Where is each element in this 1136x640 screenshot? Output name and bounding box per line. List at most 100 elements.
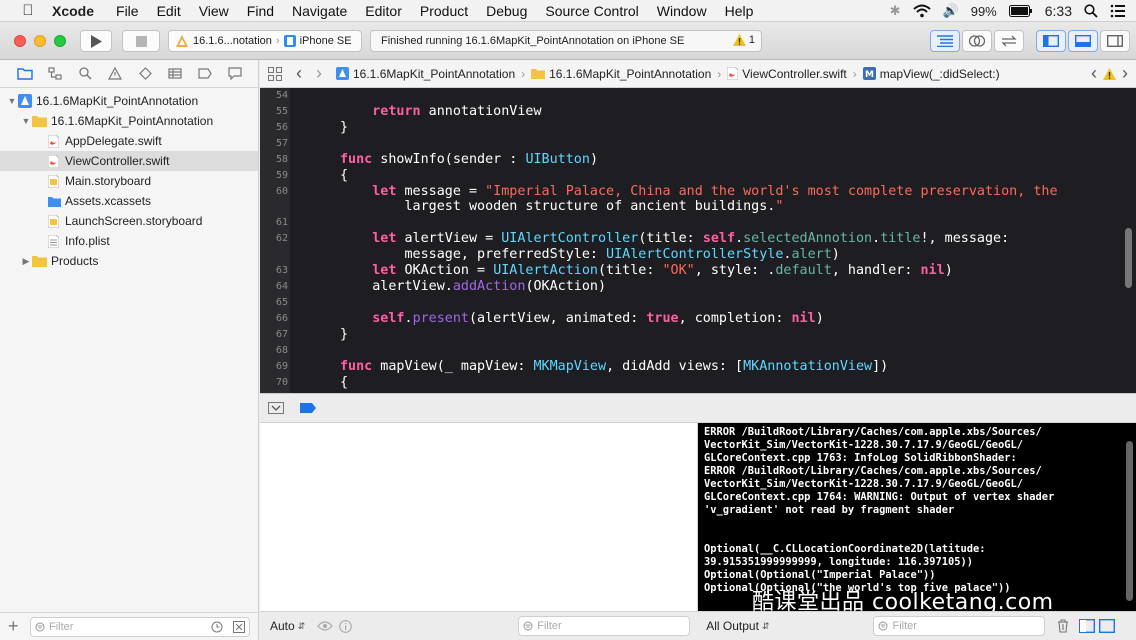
tree-item-launchscreen[interactable]: LaunchScreen.storyboard	[0, 211, 258, 231]
variables-scope-popup[interactable]: Auto ⇵	[270, 619, 305, 633]
menu-debug[interactable]: Debug	[486, 3, 527, 19]
disclosure-open-icon[interactable]: ▼	[6, 96, 18, 106]
variables-view[interactable]	[260, 423, 698, 611]
bluetooth-icon[interactable]: ✱	[890, 3, 901, 19]
code-line[interactable]: }	[340, 327, 348, 342]
breadcrumb-project[interactable]: 16.1.6MapKit_PointAnnotation	[336, 67, 515, 81]
report-navigator-tab[interactable]	[220, 64, 250, 84]
breadcrumb-label: mapView(_:didSelect:)	[879, 66, 1000, 81]
close-window-button[interactable]	[14, 35, 26, 47]
variables-scope-label: Auto	[270, 619, 295, 633]
source-control-navigator-tab[interactable]	[40, 64, 70, 84]
standard-editor-button[interactable]	[930, 30, 960, 52]
toggle-debug-area-button[interactable]	[1068, 30, 1098, 52]
menu-help[interactable]: Help	[725, 3, 754, 19]
breadcrumb-file[interactable]: ViewController.swift	[727, 67, 847, 81]
breadcrumb-group[interactable]: 16.1.6MapKit_PointAnnotation	[531, 67, 711, 81]
menu-view[interactable]: View	[199, 3, 229, 19]
navigate-forward-icon[interactable]: ›	[316, 63, 322, 84]
code-line[interactable]: func showInfo(sender : UIButton)	[340, 152, 598, 167]
code-line[interactable]: largest wooden structure of ancient buil…	[340, 199, 783, 214]
issue-navigator-tab[interactable]	[100, 64, 130, 84]
warnings-indicator[interactable]: 1	[732, 34, 755, 46]
recent-files-clock-icon[interactable]	[211, 621, 223, 633]
stop-button[interactable]	[122, 30, 160, 52]
code-line[interactable]: let message = "Imperial Palace, China an…	[340, 184, 1057, 199]
debug-navigator-tab[interactable]	[160, 64, 190, 84]
menu-navigate[interactable]: Navigate	[292, 3, 347, 19]
volume-icon[interactable]: 🔊	[943, 3, 959, 19]
minimize-window-button[interactable]	[34, 35, 46, 47]
trash-icon[interactable]	[1057, 619, 1069, 633]
show-console-icon[interactable]	[1099, 619, 1116, 633]
tree-item-products[interactable]: ▶ Products	[0, 251, 258, 271]
code-line[interactable]: alertView.addAction(OKAction)	[340, 279, 606, 294]
run-button[interactable]	[80, 30, 112, 52]
tree-item-assets[interactable]: Assets.xcassets	[0, 191, 258, 211]
menu-file[interactable]: File	[116, 3, 139, 19]
apple-menu-icon[interactable]: 	[18, 2, 38, 19]
console-output-popup[interactable]: All Output ⇵	[706, 619, 769, 633]
hide-debug-area-icon[interactable]	[268, 402, 284, 414]
breakpoints-toggle-icon[interactable]	[300, 403, 316, 413]
code-line[interactable]: {	[340, 168, 348, 183]
tree-item-viewcontroller[interactable]: ViewController.swift	[0, 151, 258, 171]
info-icon[interactable]	[339, 619, 353, 633]
show-variables-view-icon[interactable]	[1079, 619, 1096, 633]
scm-filter-icon[interactable]	[233, 620, 245, 633]
code-line[interactable]: }	[340, 120, 348, 135]
tree-item-main-storyboard[interactable]: Main.storyboard	[0, 171, 258, 191]
find-navigator-tab[interactable]	[70, 64, 100, 84]
code-line[interactable]: message, preferredStyle: UIAlertControll…	[340, 247, 839, 262]
notification-center-icon[interactable]	[1110, 4, 1126, 18]
code-line[interactable]: func mapView(_ mapView: MKMapView, didAd…	[340, 359, 888, 374]
code-line[interactable]: let OKAction = UIAlertAction(title: "OK"…	[340, 263, 953, 278]
quick-look-eye-icon[interactable]	[317, 620, 334, 632]
menu-find[interactable]: Find	[247, 3, 274, 19]
project-navigator-tab[interactable]	[10, 64, 40, 84]
add-file-icon[interactable]: +	[8, 616, 22, 637]
spotlight-search-icon[interactable]	[1084, 4, 1098, 18]
breakpoint-navigator-tab[interactable]	[190, 64, 220, 84]
zoom-window-button[interactable]	[54, 35, 66, 47]
variables-filter-field[interactable]: Filter	[518, 616, 691, 636]
tree-item-appdelegate[interactable]: AppDelegate.swift	[0, 131, 258, 151]
previous-issue-icon[interactable]: ‹	[1091, 63, 1097, 84]
code-line[interactable]: let alertView = UIAlertController(title:…	[340, 231, 1009, 246]
toggle-navigator-button[interactable]	[1036, 30, 1066, 52]
navigate-back-icon[interactable]: ‹	[296, 63, 302, 84]
related-items-grid-icon[interactable]	[268, 66, 282, 81]
menu-source-control[interactable]: Source Control	[545, 3, 638, 19]
menu-window[interactable]: Window	[657, 3, 707, 19]
toggle-utilities-button[interactable]	[1100, 30, 1130, 52]
app-menu[interactable]: Xcode	[52, 3, 94, 19]
source-editor[interactable]: 54 55 56 57 58 59 60 61 62 63 64 65 66 6…	[260, 88, 1136, 393]
scheme-selector[interactable]: 16.1.6...notation › iPhone SE	[168, 30, 362, 52]
disclosure-open-icon[interactable]: ▼	[20, 116, 32, 126]
filter-icon	[878, 621, 888, 631]
tree-item-group[interactable]: ▼ 16.1.6MapKit_PointAnnotation	[0, 111, 258, 131]
navigator-filter-field[interactable]: Filter	[30, 616, 250, 637]
assistant-editor-button[interactable]	[962, 30, 992, 52]
breadcrumb-method[interactable]: M mapView(_:didSelect:)	[862, 66, 1000, 81]
battery-icon[interactable]	[1008, 5, 1033, 17]
clock[interactable]: 6:33	[1045, 3, 1072, 19]
menu-product[interactable]: Product	[420, 3, 468, 19]
version-editor-button[interactable]	[994, 30, 1024, 52]
code-line[interactable]: self.present(alertView, animated: true, …	[340, 311, 824, 326]
wifi-icon[interactable]	[912, 4, 931, 18]
menu-edit[interactable]: Edit	[157, 3, 181, 19]
editor-scrollbar[interactable]	[1125, 228, 1132, 288]
disclosure-closed-icon[interactable]: ▶	[20, 256, 32, 267]
console-scrollbar[interactable]	[1126, 441, 1133, 601]
issue-warning-icon[interactable]	[1103, 67, 1116, 80]
next-issue-icon[interactable]: ›	[1122, 63, 1128, 84]
console-output[interactable]: ERROR /BuildRoot/Library/Caches/com.appl…	[698, 423, 1136, 611]
code-line[interactable]: {	[340, 375, 348, 390]
menu-editor[interactable]: Editor	[365, 3, 402, 19]
code-line[interactable]: return annotationView	[340, 104, 541, 119]
test-navigator-tab[interactable]	[130, 64, 160, 84]
console-filter-field[interactable]: Filter	[873, 616, 1046, 636]
tree-item-infoplist[interactable]: Info.plist	[0, 231, 258, 251]
tree-item-project[interactable]: ▼ 16.1.6MapKit_PointAnnotation	[0, 91, 258, 111]
